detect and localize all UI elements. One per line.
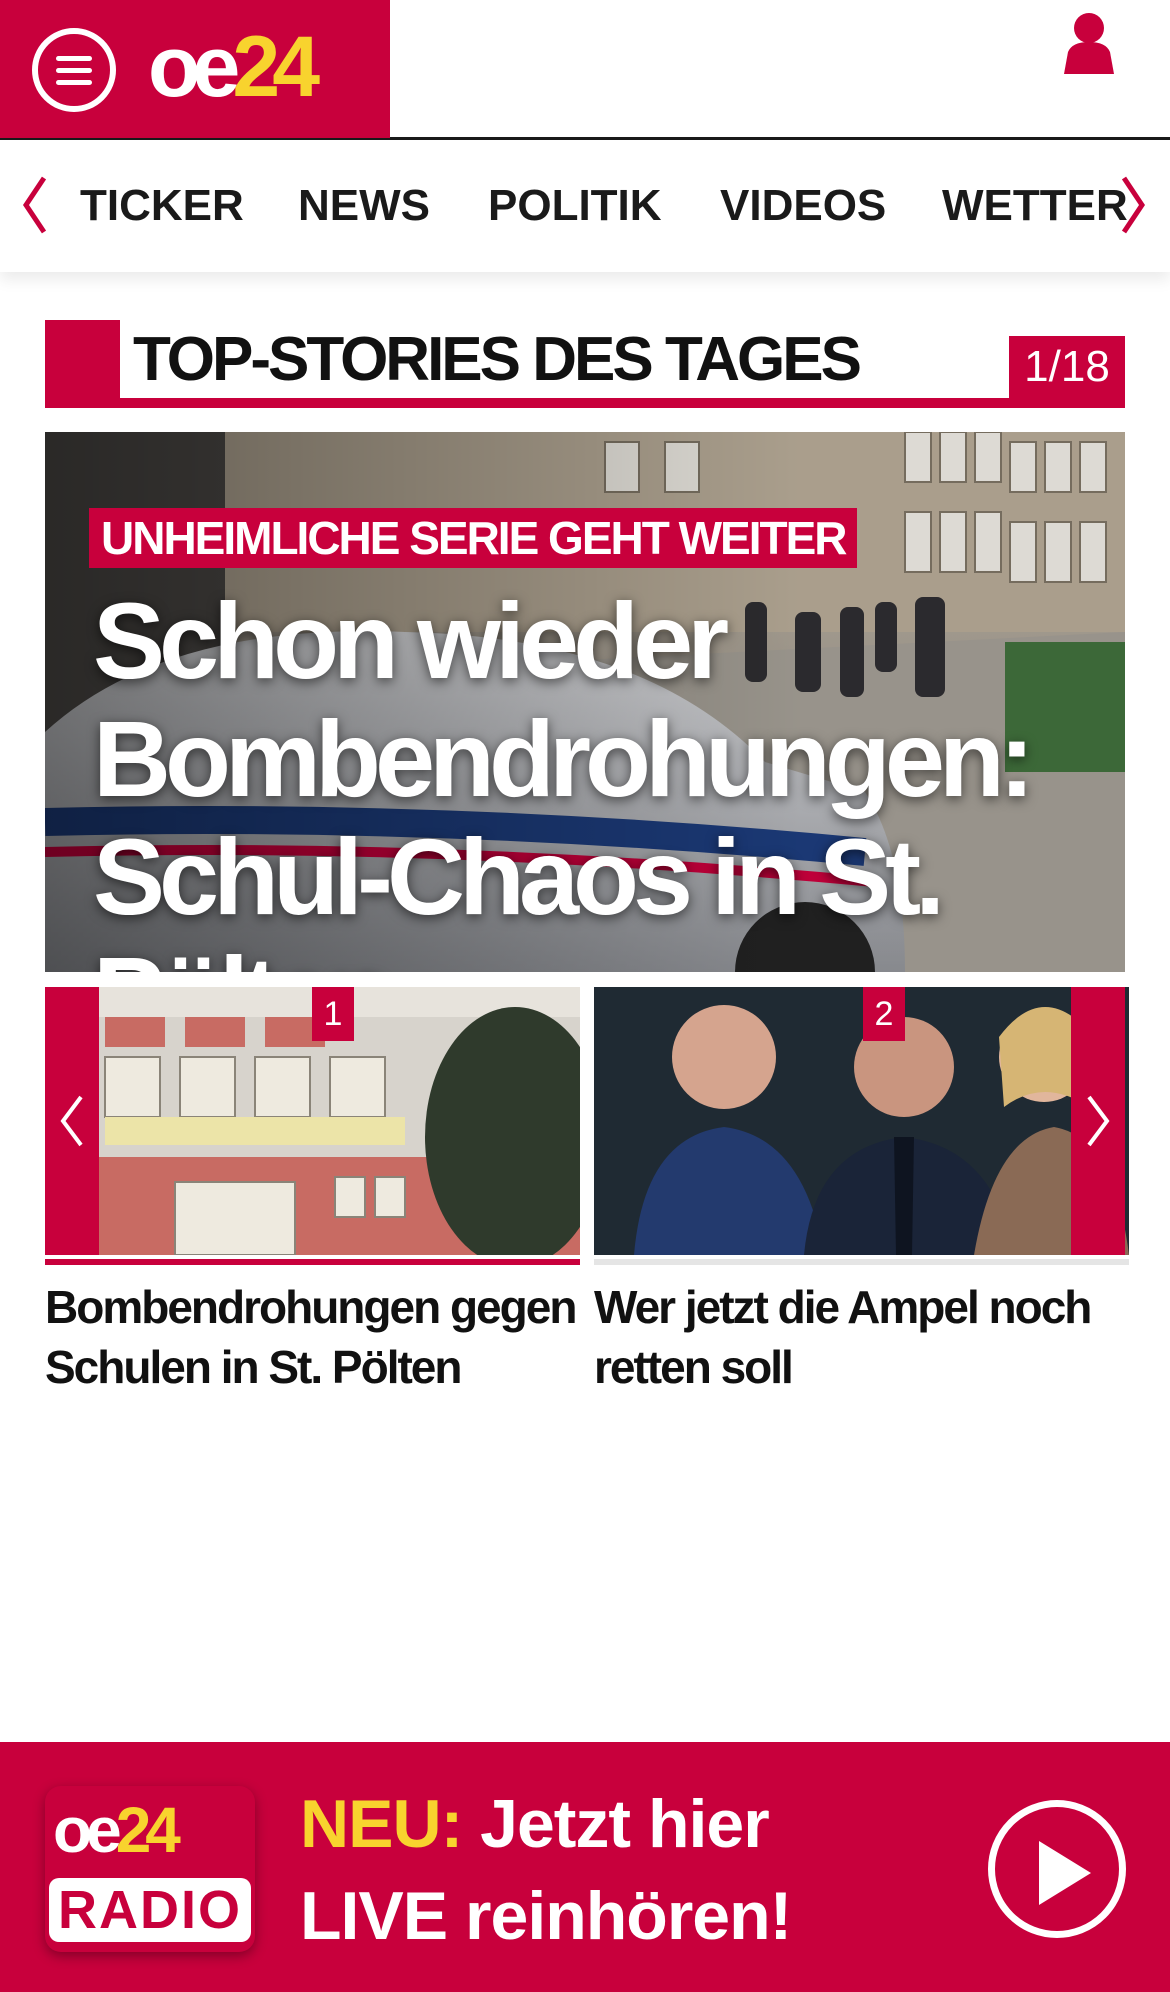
- teaser-image-2: [594, 987, 1129, 1255]
- top-stories-header: TOP-STORIES DES TAGES 1/18: [45, 320, 1125, 408]
- radio-logo-word: oe24: [53, 1790, 181, 1870]
- section-title: TOP-STORIES DES TAGES: [133, 325, 862, 394]
- hero-headline[interactable]: Schon wieder Bombendrohungen: Schul-Chao…: [93, 582, 1113, 973]
- teaser-number-badge: 1: [312, 987, 354, 1041]
- hamburger-menu-icon[interactable]: [32, 28, 116, 112]
- hero-kicker: UNHEIMLICHE SERIE GEHT WEITER: [89, 508, 858, 568]
- section-accent-block: [45, 320, 120, 408]
- radio-neu-label: NEU:: [300, 1786, 463, 1862]
- brand-block: oe24: [0, 0, 390, 138]
- logo-part-24: 24: [232, 19, 320, 115]
- nav-next-arrow-icon[interactable]: [1114, 170, 1154, 240]
- teaser-title[interactable]: Wer jetzt die Ampel noch retten soll: [594, 1277, 1129, 1397]
- slider-prev-button[interactable]: [45, 987, 99, 1255]
- radio-cta-text: NEU: Jetzt hier LIVE reinhören!: [300, 1778, 820, 1962]
- user-account-icon[interactable]: [1062, 12, 1116, 74]
- site-header: oe24: [0, 0, 1170, 140]
- slide-counter-badge: 1/18: [1009, 336, 1125, 398]
- nav-item-politik[interactable]: POLITIK: [488, 178, 662, 234]
- oe24-logo[interactable]: oe24: [148, 19, 320, 115]
- radio-logo-oe: oe: [53, 1794, 122, 1866]
- play-button[interactable]: [988, 1800, 1126, 1938]
- play-icon: [1039, 1841, 1091, 1905]
- nav-item-ticker[interactable]: TICKER: [80, 178, 244, 234]
- section-underline: [45, 398, 1125, 408]
- teaser-number-badge: 2: [863, 987, 905, 1041]
- chevron-right-icon: [1087, 1095, 1110, 1147]
- teaser-indicator: [594, 1259, 1129, 1265]
- hero-story[interactable]: UNHEIMLICHE SERIE GEHT WEITER Schon wied…: [45, 432, 1125, 972]
- logo-part-oe: oe: [148, 19, 240, 115]
- category-nav: TICKER NEWS POLITIK VIDEOS WETTER: [0, 140, 1170, 272]
- radio-banner[interactable]: oe24 RADIO NEU: Jetzt hier LIVE reinhöre…: [0, 1742, 1170, 1992]
- radio-line-1: Jetzt hier: [480, 1786, 770, 1862]
- oe24-radio-logo: oe24 RADIO: [45, 1786, 255, 1952]
- radio-logo-plate: RADIO: [49, 1878, 251, 1942]
- nav-item-wetter[interactable]: WETTER: [942, 178, 1128, 234]
- radio-line-2: LIVE reinhören!: [300, 1878, 792, 1954]
- teaser-title[interactable]: Bombendrohungen gegen Schulen in St. Pöl…: [45, 1277, 580, 1397]
- nav-prev-arrow-icon[interactable]: [14, 170, 54, 240]
- radio-logo-24: 24: [115, 1794, 181, 1866]
- nav-item-videos[interactable]: VIDEOS: [720, 178, 886, 234]
- nav-item-news[interactable]: NEWS: [298, 178, 430, 234]
- chevron-left-icon: [60, 1095, 83, 1147]
- teaser-active-indicator: [45, 1259, 580, 1265]
- slider-next-button[interactable]: [1071, 987, 1125, 1255]
